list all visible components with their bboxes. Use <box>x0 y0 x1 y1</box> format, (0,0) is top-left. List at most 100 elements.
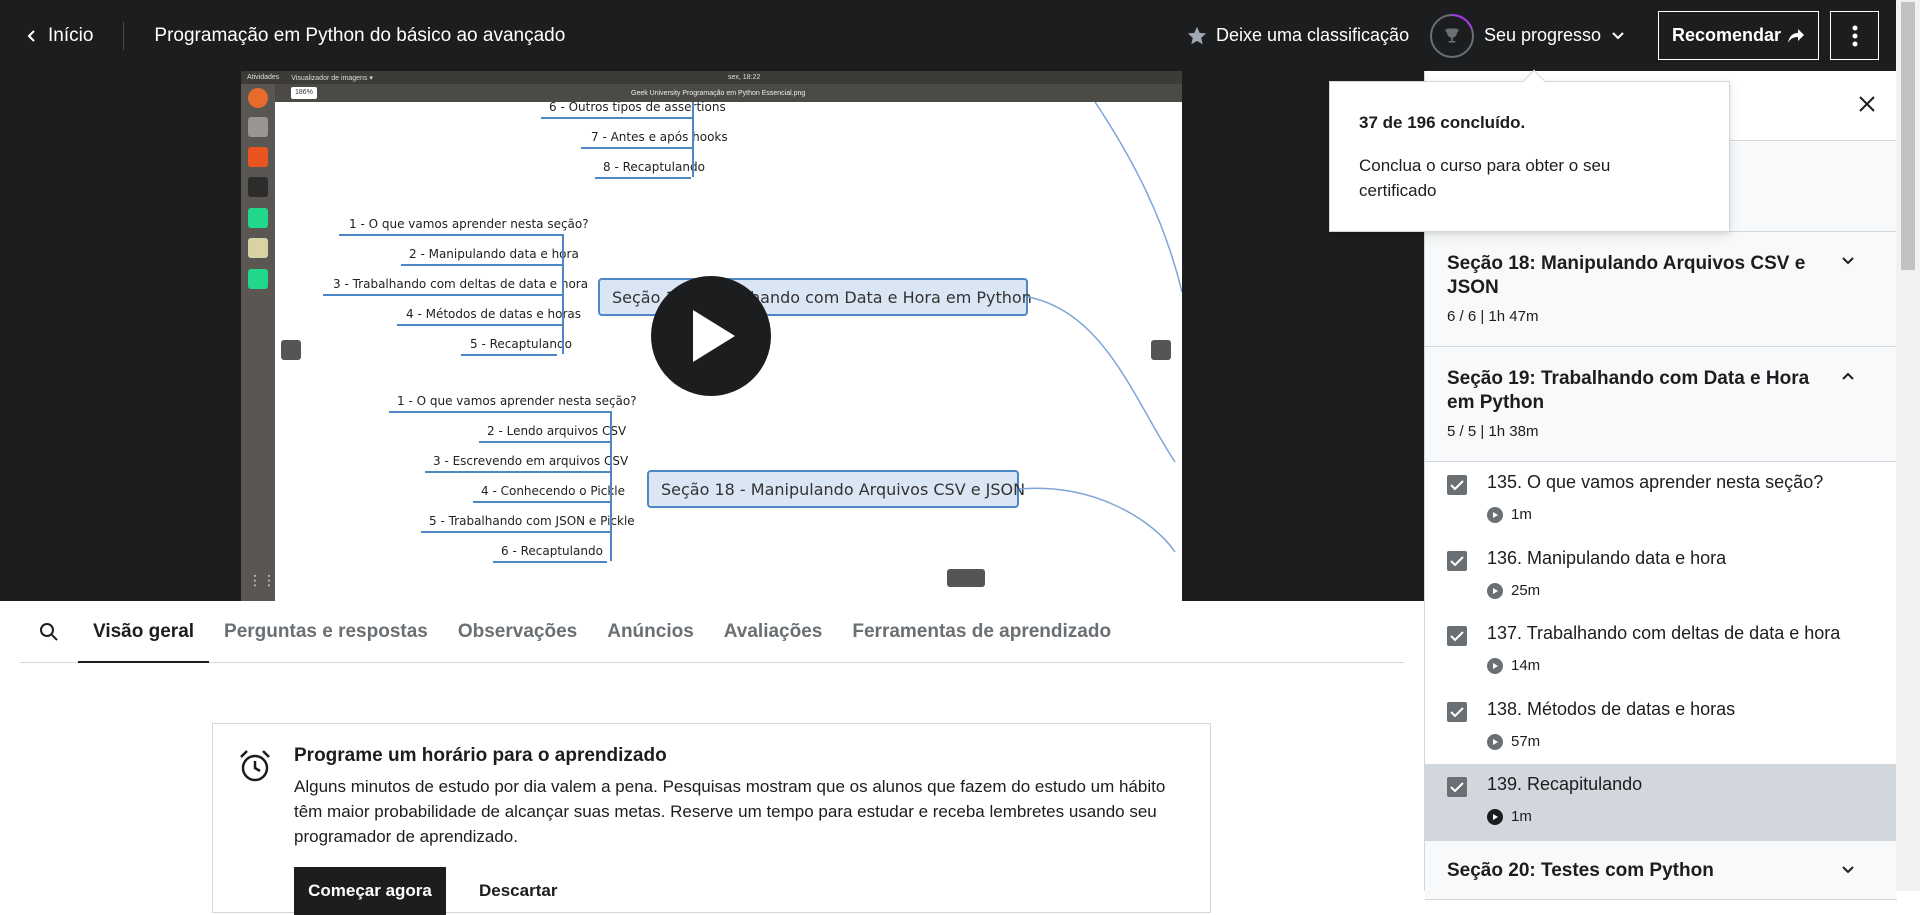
lecture-duration: 57m <box>1487 733 1540 750</box>
play-circle-icon <box>1487 506 1503 523</box>
course-header: Início Programação em Python do básico a… <box>0 0 1920 71</box>
tab-announcements[interactable]: Anúncios <box>592 601 709 662</box>
progress-label: Seu progresso <box>1484 25 1602 45</box>
play-circle-icon <box>1487 582 1503 599</box>
tab-qa[interactable]: Perguntas e respostas <box>209 601 443 662</box>
chevron-down-icon <box>1842 257 1854 265</box>
section-meta: 5 / 5 | 1h 38m <box>1447 423 1539 440</box>
start-now-button[interactable]: Começar agora <box>294 867 446 915</box>
tab-reviews[interactable]: Avaliações <box>709 601 838 662</box>
lecture-duration: 1m <box>1487 506 1532 523</box>
pycharm-icon <box>248 208 268 228</box>
header-divider <box>123 21 125 50</box>
lecture-checkbox[interactable] <box>1447 475 1467 495</box>
section-header-19[interactable]: Seção 19: Trabalhando com Data e Hora em… <box>1425 347 1897 462</box>
lecture-item[interactable]: 138. Métodos de datas e horas 57m <box>1425 689 1897 765</box>
page-scrollbar[interactable] <box>1896 0 1920 891</box>
os-app-menu: Visualizador de imagens ▾ <box>291 74 373 82</box>
lecture-duration: 25m <box>1487 582 1540 599</box>
chevron-up-icon <box>1842 372 1854 380</box>
search-course-button[interactable] <box>20 601 78 662</box>
star-icon <box>1187 26 1207 44</box>
video-player[interactable]: Atividades Visualizador de imagens ▾ sex… <box>0 71 1424 601</box>
course-tabs: Visão geral Perguntas e respostas Observ… <box>20 601 1404 663</box>
alarm-clock-icon <box>240 750 270 782</box>
image-viewer-icon <box>248 238 268 258</box>
lecture-title: 137. Trabalhando com deltas de data e ho… <box>1487 623 1841 643</box>
checkmark-icon <box>1450 631 1464 642</box>
lecture-checkbox[interactable] <box>1447 551 1467 571</box>
reminder-text: Alguns minutos de estudo por dia valem a… <box>294 777 1166 846</box>
back-link[interactable]: Início <box>0 0 93 71</box>
chevron-left-icon <box>27 29 35 42</box>
progress-popover: 37 de 196 concluído. Conclua o curso par… <box>1329 69 1730 232</box>
software-icon <box>248 147 268 167</box>
chevron-down-icon <box>1842 866 1854 874</box>
pycharm-icon-2 <box>248 269 268 289</box>
play-circle-icon <box>1487 657 1503 674</box>
lecture-duration-text: 25m <box>1511 582 1541 599</box>
image-viewer-toolbar: 186% Geek University Programação em Pyth… <box>275 84 1182 102</box>
progress-ring <box>1430 13 1474 58</box>
section-header-18[interactable]: Seção 18: Manipulando Arquivos CSV e JSO… <box>1425 232 1897 347</box>
certificate-hint: Conclua o curso para obter o seu certifi… <box>1359 156 1611 200</box>
chevron-down-icon <box>1612 31 1624 39</box>
play-circle-icon <box>1487 733 1503 750</box>
close-icon[interactable] <box>1856 93 1878 115</box>
os-dock: ⋮⋮ <box>241 84 276 601</box>
progress-button[interactable]: Seu progresso <box>1430 0 1625 71</box>
viewer-prev-arrow <box>281 340 301 360</box>
tab-overview[interactable]: Visão geral <box>78 601 210 663</box>
viewer-scroll-handle <box>947 569 985 587</box>
terminal-icon <box>248 177 268 197</box>
lecture-title: 139. Recapitulando <box>1487 774 1643 794</box>
section-title: Seção 20: Testes com Python <box>1447 860 1714 881</box>
dismiss-button[interactable]: Descartar <box>465 867 571 915</box>
lecture-item[interactable]: 137. Trabalhando com deltas de data e ho… <box>1425 613 1897 689</box>
lecture-title: 136. Manipulando data e hora <box>1487 548 1727 568</box>
page-scroll-thumb[interactable] <box>1901 2 1915 270</box>
checkmark-icon <box>1450 707 1464 718</box>
lecture-item[interactable]: 136. Manipulando data e hora 25m <box>1425 538 1897 614</box>
back-link-label: Início <box>48 24 94 46</box>
lecture-checkbox[interactable] <box>1447 702 1467 722</box>
play-icon <box>693 310 735 362</box>
lecture-title: 135. O que vamos aprender nesta seção? <box>1487 472 1824 492</box>
tab-learning-tools[interactable]: Ferramentas de aprendizado <box>837 601 1126 662</box>
viewer-next-arrow <box>1151 340 1171 360</box>
recommend-label: Recomendar <box>1671 25 1782 45</box>
more-options-button[interactable] <box>1830 11 1879 60</box>
lecture-item[interactable]: 135. O que vamos aprender nesta seção? 1… <box>1425 462 1897 538</box>
lecture-checkbox[interactable] <box>1447 777 1467 797</box>
lecture-checkbox[interactable] <box>1447 626 1467 646</box>
checkmark-icon <box>1450 556 1464 567</box>
viewer-filename: Geek University Programação em Python Es… <box>631 89 806 97</box>
os-clock: sex, 18:22 <box>728 74 761 81</box>
course-title: Programação em Python do básico ao avanç… <box>154 24 566 46</box>
recommend-button[interactable]: Recomendar <box>1658 11 1819 60</box>
section-title: Seção 18: Manipulando Arquivos CSV e JSO… <box>1447 253 1806 298</box>
os-top-bar: Atividades Visualizador de imagens ▾ sex… <box>241 71 1182 84</box>
kebab-menu-icon <box>1852 25 1857 46</box>
rate-course-button[interactable]: Deixe uma classificação <box>1186 0 1409 71</box>
lecture-duration-text: 1m <box>1511 808 1532 825</box>
play-button[interactable] <box>651 276 771 396</box>
viewer-zoom: 186% <box>291 87 317 99</box>
lecture-duration: 14m <box>1487 657 1540 674</box>
os-activities: Atividades <box>247 74 280 81</box>
files-icon <box>248 117 268 137</box>
lecture-item-current[interactable]: 139. Recapitulando 1m <box>1425 764 1897 840</box>
progress-summary: 37 de 196 concluído. <box>1359 113 1526 132</box>
section-meta: 6 / 6 | 1h 47m <box>1447 308 1539 325</box>
share-arrow-icon <box>1788 28 1805 43</box>
lecture-duration-text: 14m <box>1511 657 1541 674</box>
search-icon <box>40 622 58 641</box>
firefox-icon <box>248 88 268 108</box>
app-grid-icon: ⋮⋮ <box>248 572 276 588</box>
play-circle-icon <box>1487 808 1503 825</box>
lecture-title: 138. Métodos de datas e horas <box>1487 699 1736 719</box>
tab-notes[interactable]: Observações <box>443 601 592 662</box>
checkmark-icon <box>1450 782 1464 793</box>
rate-course-label: Deixe uma classificação <box>1216 25 1410 45</box>
section-header-20[interactable]: Seção 20: Testes com Python <box>1425 840 1897 900</box>
